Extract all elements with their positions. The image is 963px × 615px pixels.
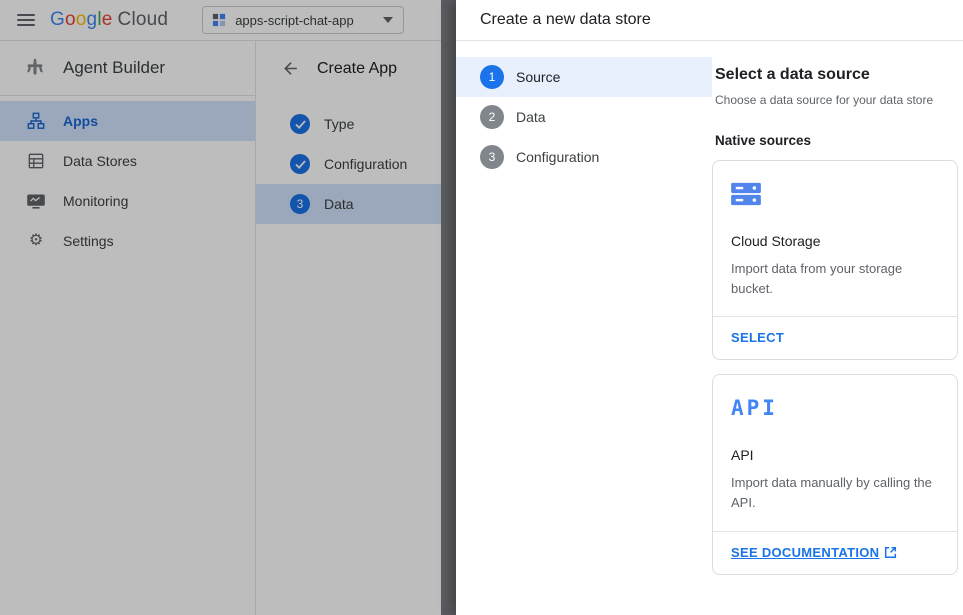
data-store-title: Create a new data store (480, 11, 651, 29)
card-title: API (731, 447, 939, 463)
api-icon: API (731, 393, 939, 423)
modal-scrim (0, 0, 456, 615)
section-title-native-sources: Native sources (712, 133, 963, 148)
page-title: Select a data source (712, 66, 963, 84)
ds-step-data[interactable]: 2 Data (456, 97, 712, 137)
select-button[interactable]: SELECT (731, 330, 784, 345)
ds-step-configuration[interactable]: 3 Configuration (456, 137, 712, 177)
step-number-badge: 2 (480, 105, 504, 129)
card-description: Import data manually by calling the API. (731, 473, 939, 513)
step-number-badge: 1 (480, 65, 504, 89)
card-title: Cloud Storage (731, 233, 939, 249)
data-source-content: Select a data source Choose a data sourc… (712, 41, 963, 575)
page-subtitle: Choose a data source for your data store (712, 93, 963, 107)
cloud-storage-icon (731, 179, 939, 209)
card-cloud-storage: Cloud Storage Import data from your stor… (712, 160, 958, 360)
api-icon-text: API (731, 396, 778, 420)
step-number-badge: 3 (480, 145, 504, 169)
external-link-icon (884, 546, 897, 559)
card-api: API API Import data manually by calling … (712, 374, 958, 574)
create-data-store-panel: Create a new data store 1 Source 2 Data … (456, 0, 963, 615)
card-description: Import data from your storage bucket. (731, 259, 939, 299)
ds-step-label: Configuration (516, 149, 599, 165)
card-footer: SELECT (713, 316, 957, 359)
ds-step-label: Source (516, 69, 560, 85)
data-store-stepper: 1 Source 2 Data 3 Configuration (456, 41, 712, 575)
ds-step-source[interactable]: 1 Source (456, 57, 712, 97)
ds-step-label: Data (516, 109, 546, 125)
see-documentation-link[interactable]: SEE DOCUMENTATION (731, 545, 879, 560)
card-footer: SEE DOCUMENTATION (713, 531, 957, 574)
data-store-header: Create a new data store (456, 0, 963, 41)
